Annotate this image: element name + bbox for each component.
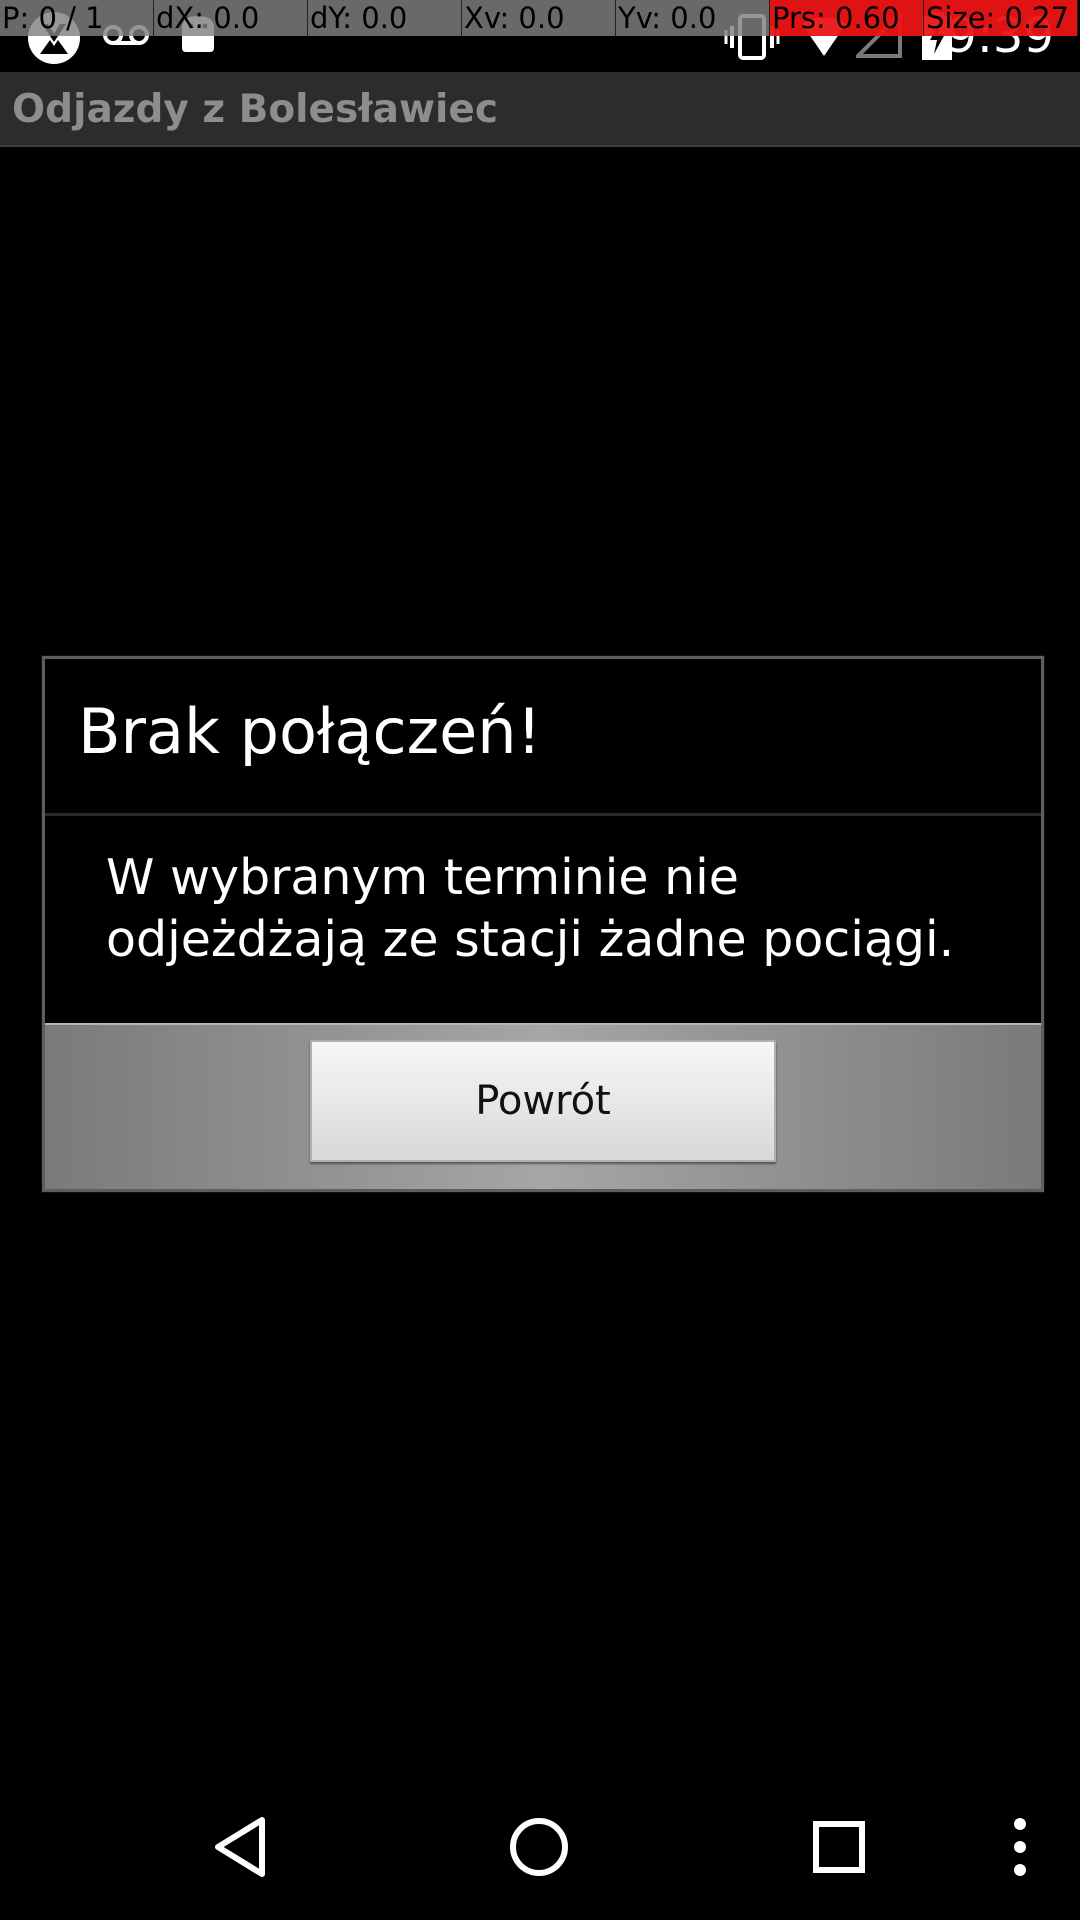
overflow-menu-icon[interactable] [1008,1816,1032,1878]
pointer-yv: Yv: 0.0 [616,0,770,36]
pointer-location-overlay: P: 0 / 1 dX: 0.0 dY: 0.0 Xv: 0.0 Yv: 0.0… [0,0,1080,36]
back-icon[interactable] [210,1814,270,1880]
page-title: Odjazdy z Bolesławiec [12,87,498,132]
alert-dialog: Brak połączeń! W wybranym terminie nie o… [42,656,1044,1192]
recents-icon[interactable] [812,1820,866,1874]
pointer-dx: dX: 0.0 [154,0,308,36]
app-title-bar: Odjazdy z Bolesławiec [0,72,1080,147]
back-button[interactable]: Powrót [310,1040,776,1162]
pointer-count: P: 0 / 1 [0,0,154,36]
pointer-pressure: Prs: 0.60 [770,0,924,36]
navigation-bar [0,1776,1080,1920]
dialog-divider [45,813,1041,816]
dialog-title: Brak połączeń! [78,695,542,768]
dialog-button-bar: Powrót [45,1023,1041,1189]
pointer-dy: dY: 0.0 [308,0,462,36]
pointer-size: Size: 0.27 [924,0,1078,36]
pointer-xv: Xv: 0.0 [462,0,616,36]
home-icon[interactable] [508,1816,570,1878]
dialog-message: W wybranym terminie nie odjeżdżają ze st… [106,849,955,968]
